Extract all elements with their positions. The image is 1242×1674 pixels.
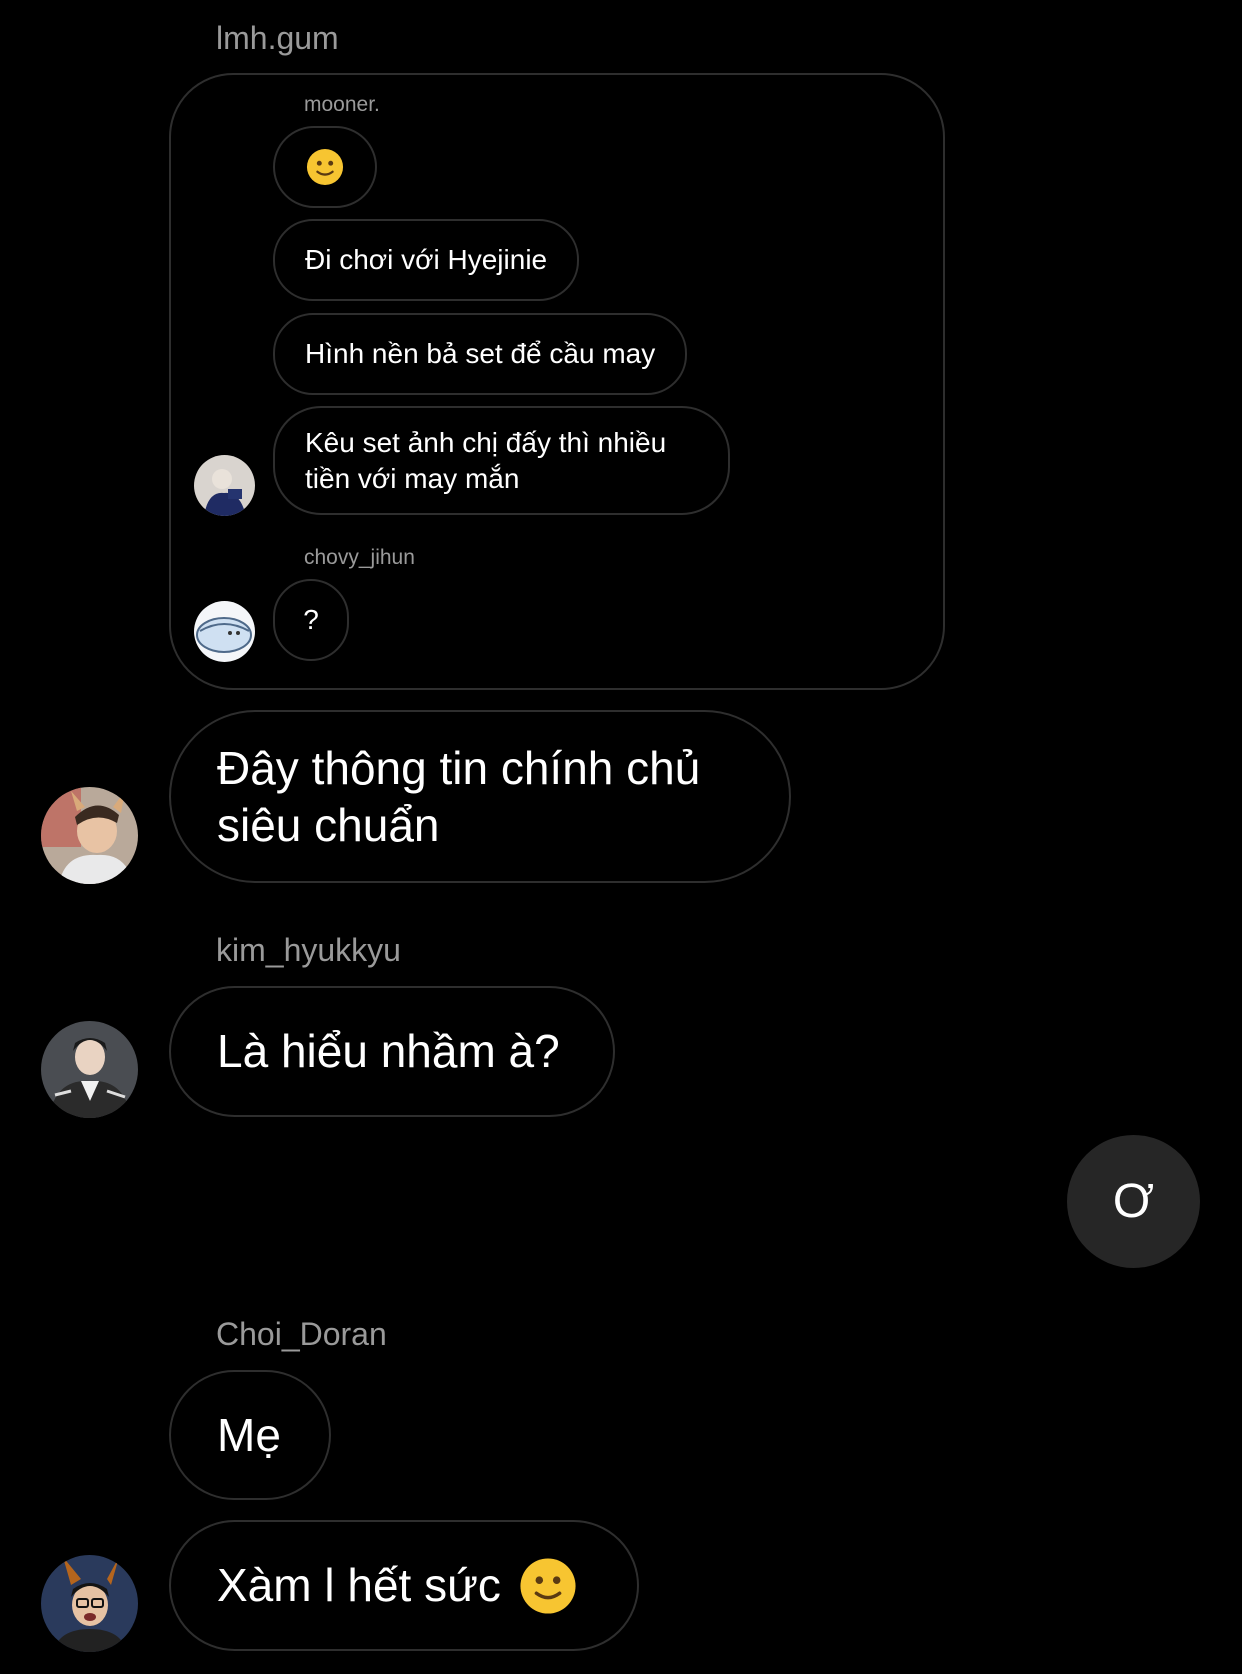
sender-name-kim-hyukkyu: kim_hyukkyu (216, 932, 401, 968)
quoted-message[interactable]: Hình nền bả set để cầu may (273, 313, 688, 395)
message-bubble[interactable]: Xàm l hết sức (169, 1520, 639, 1651)
quoted-message-text: Đi chơi với Hyejinie (305, 244, 548, 275)
message-text: Ơ (1112, 1175, 1155, 1228)
quoted-message-text: Hình nền bả set để cầu may (305, 338, 656, 369)
slightly-smiling-face-icon (519, 1557, 577, 1615)
message-text: Mẹ (217, 1408, 281, 1461)
quoted-sender-name-chovy: chovy_jihun (304, 546, 415, 569)
message-text: Xàm l hết sức (217, 1559, 501, 1611)
avatar-mooner[interactable] (194, 455, 255, 516)
message-text: Là hiểu nhầm à? (217, 1025, 560, 1077)
quoted-message[interactable]: Kêu set ảnh chị đấy thì nhiều tiền với m… (273, 406, 730, 515)
sender-name-lmh-gum: lmh.gum (216, 20, 339, 56)
message-bubble[interactable]: Đây thông tin chính chủ siêu chuẩn (169, 710, 791, 883)
quoted-message-emoji[interactable] (273, 126, 377, 208)
own-message-bubble[interactable]: Ơ (1067, 1135, 1200, 1268)
quoted-message[interactable]: Đi chơi với Hyejinie (273, 219, 580, 301)
message-bubble[interactable]: Mẹ (169, 1370, 331, 1500)
avatar-lmh-gum[interactable] (41, 787, 138, 884)
sender-name-choi-doran: Choi_Doran (216, 1316, 387, 1352)
message-text: Đây thông tin chính chủ siêu chuẩn (217, 741, 701, 851)
avatar-kim-hyukkyu[interactable] (41, 1021, 138, 1118)
quoted-message-text: ? (303, 604, 319, 635)
quoted-message[interactable]: ? (273, 579, 349, 661)
slightly-smiling-face-icon (306, 148, 344, 186)
avatar-chovy-jihun[interactable] (194, 601, 255, 662)
quoted-sender-name-mooner: mooner. (304, 93, 380, 116)
message-bubble[interactable]: Là hiểu nhầm à? (169, 986, 615, 1117)
avatar-choi-doran[interactable] (41, 1555, 138, 1652)
quoted-message-text: Kêu set ảnh chị đấy thì nhiều tiền với m… (305, 426, 667, 494)
